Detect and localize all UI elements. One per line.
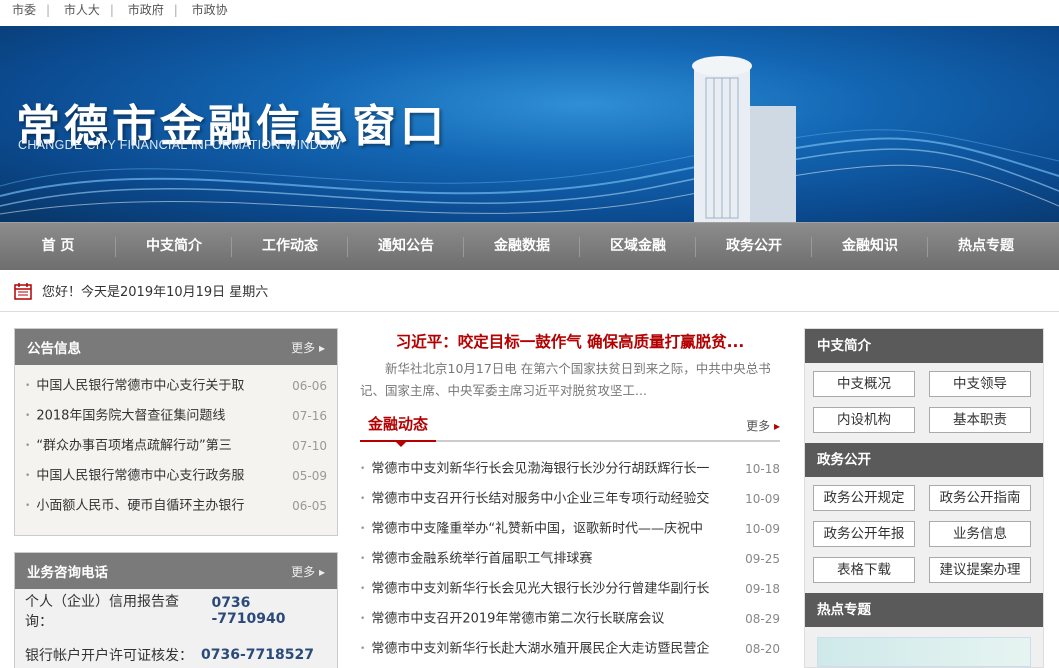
notice-more-link[interactable]: 更多 ▸ xyxy=(291,339,325,356)
list-item[interactable]: 常德市中支召开行长结对服务中小企业三年专项行动经验交10-09 xyxy=(360,484,780,514)
nav-regional-finance[interactable]: 区域金融 xyxy=(580,223,696,270)
nav-work-news[interactable]: 工作动态 xyxy=(232,223,348,270)
finance-news-list: 常德市中支刘新华行长会见渤海银行长沙分行胡跃辉行长一10-18 常德市中支召开行… xyxy=(360,454,780,664)
btn-duties[interactable]: 基本职责 xyxy=(929,407,1031,433)
date-text: 您好！今天是2019年10月19日 星期六 xyxy=(42,285,269,300)
btn-departments[interactable]: 内设机构 xyxy=(813,407,915,433)
list-item[interactable]: 常德市中支召开2019年常德市第二次行长联席会议08-29 xyxy=(360,604,780,634)
toplink-party[interactable]: 市委 xyxy=(12,3,36,17)
nav-home[interactable]: 首 页 xyxy=(0,223,116,270)
list-item[interactable]: 常德市中支刘新华行长赴大湖水殖开展民企大走访暨民营企08-20 xyxy=(360,634,780,664)
top-links: 市委 | 市人大 | 市政府 | 市政协 xyxy=(12,3,228,17)
btn-proposals[interactable]: 建议提案办理 xyxy=(929,557,1031,583)
main-nav: 首 页 中支简介 工作动态 通知公告 金融数据 区域金融 政务公开 金融知识 热… xyxy=(0,222,1059,270)
finance-more-link[interactable]: 更多 ▸ xyxy=(746,417,780,440)
finance-tab-header: 金融动态 更多 ▸ xyxy=(360,410,780,447)
banner: 常德市金融信息窗口 CHANGDE CITY FINANCIAL INFORMA… xyxy=(0,26,1059,222)
nav-notices[interactable]: 通知公告 xyxy=(348,223,464,270)
toplink-cppcc[interactable]: 市政协 xyxy=(192,3,228,17)
btn-disclosure-rules[interactable]: 政务公开规定 xyxy=(813,485,915,511)
zhongzhi-title: 中支简介 xyxy=(805,329,1043,363)
btn-disclosure-guide[interactable]: 政务公开指南 xyxy=(929,485,1031,511)
site-subtitle: CHANGDE CITY FINANCIAL INFORMATION WINDO… xyxy=(18,138,342,152)
list-item[interactable]: 常德市中支刘新华行长会见光大银行长沙分行曾建华副行长09-18 xyxy=(360,574,780,604)
date-bar: 您好！今天是2019年10月19日 星期六 xyxy=(0,270,1059,312)
headline-link[interactable]: 习近平：咬定目标一鼓作气 确保高质量打赢脱贫... xyxy=(360,328,780,356)
consult-row: 银行帐户开户许可证核发： 0736-7718527 xyxy=(25,647,314,664)
list-item[interactable]: 中国人民银行常德市中心支行关于取06-06 xyxy=(25,371,327,401)
building-graphic xyxy=(692,56,796,222)
consult-panel: 业务咨询电话 更多 ▸ 个人（企业）信用报告查询： 0736 -7710940 银… xyxy=(14,552,338,668)
hot-topic-thumbnail[interactable] xyxy=(817,637,1031,667)
list-item[interactable]: 常德市金融系统举行首届职工气排球赛09-25 xyxy=(360,544,780,574)
right-column: 中支简介 中支概况 中支领导 内设机构 基本职责 政务公开 政务公开规定 政务公… xyxy=(804,328,1044,668)
nav-gov-affairs[interactable]: 政务公开 xyxy=(696,223,812,270)
notice-panel: 公告信息 更多 ▸ 中国人民银行常德市中心支行关于取06-06 2018年国务院… xyxy=(14,328,338,536)
nav-branch-intro[interactable]: 中支简介 xyxy=(116,223,232,270)
headline-summary: 新华社北京10月17日电 在第六个国家扶贫日到来之际，中共中央总书记、国家主席、… xyxy=(360,361,771,398)
consult-more-link[interactable]: 更多 ▸ xyxy=(291,563,325,580)
list-item[interactable]: 2018年国务院大督查征集问题线07-16 xyxy=(25,401,327,431)
btn-annual-report[interactable]: 政务公开年报 xyxy=(813,521,915,547)
list-item[interactable]: 中国人民银行常德市中心支行政务服05-09 xyxy=(25,461,327,491)
btn-overview[interactable]: 中支概况 xyxy=(813,371,915,397)
list-item[interactable]: 常德市中支刘新华行长会见渤海银行长沙分行胡跃辉行长一10-18 xyxy=(360,454,780,484)
btn-business-info[interactable]: 业务信息 xyxy=(929,521,1031,547)
tab-caret-icon xyxy=(396,442,406,447)
tab-finance-news[interactable]: 金融动态 xyxy=(360,413,437,442)
toplink-government[interactable]: 市政府 xyxy=(128,3,164,17)
zhengwu-title: 政务公开 xyxy=(805,443,1043,477)
nav-finance-knowledge[interactable]: 金融知识 xyxy=(812,223,928,270)
toplink-congress[interactable]: 市人大 xyxy=(64,3,100,17)
hot-title: 热点专题 xyxy=(805,593,1043,627)
btn-leaders[interactable]: 中支领导 xyxy=(929,371,1031,397)
list-item[interactable]: “群众办事百项堵点疏解行动”第三07-10 xyxy=(25,431,327,461)
nav-finance-data[interactable]: 金融数据 xyxy=(464,223,580,270)
list-item[interactable]: 小面额人民币、硬币自循环主办银行06-05 xyxy=(25,491,327,521)
calendar-icon xyxy=(14,282,32,300)
notice-title: 公告信息 xyxy=(27,341,81,357)
btn-form-download[interactable]: 表格下载 xyxy=(813,557,915,583)
list-item[interactable]: 常德市中支隆重举办“礼赞新中国，讴歌新时代——庆祝中10-09 xyxy=(360,514,780,544)
nav-hot-topics[interactable]: 热点专题 xyxy=(928,223,1044,270)
consult-row: 个人（企业）信用报告查询： 0736 -7710940 xyxy=(25,594,286,630)
middle-column: 习近平：咬定目标一鼓作气 确保高质量打赢脱贫... 新华社北京10月17日电 在… xyxy=(360,328,780,664)
consult-title: 业务咨询电话 xyxy=(27,565,108,581)
